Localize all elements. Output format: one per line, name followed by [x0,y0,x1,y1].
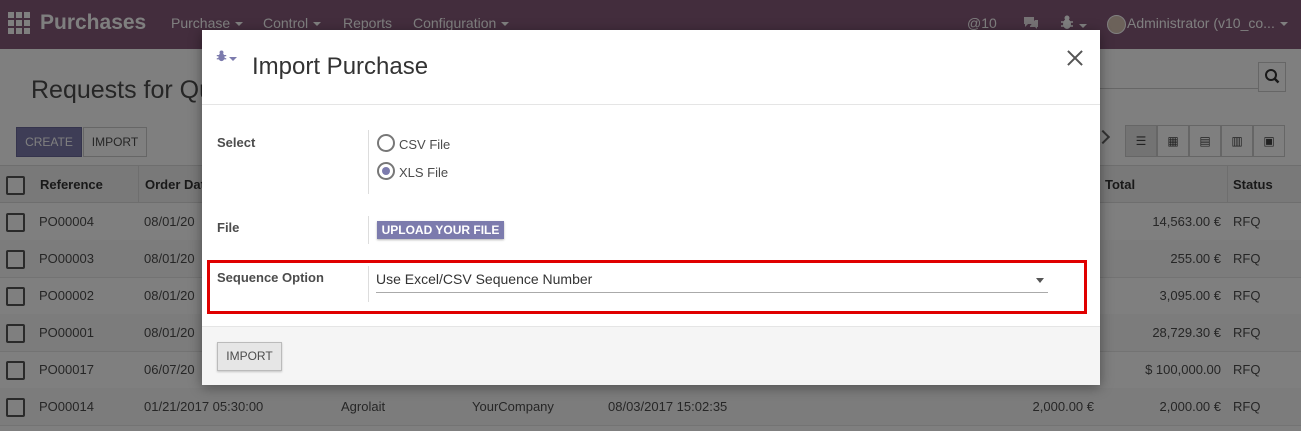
modal-footer: IMPORT [202,326,1100,385]
csv-file-label[interactable]: CSV File [399,137,450,152]
close-icon[interactable] [1064,47,1086,69]
xls-file-label[interactable]: XLS File [399,165,448,180]
xls-file-radio[interactable] [377,162,395,180]
select-label: Select [217,135,256,150]
file-label: File [217,220,240,235]
sequence-option-select[interactable]: Use Excel/CSV Sequence Number [376,268,1048,293]
modal-title: Import Purchase [252,53,429,80]
chevron-down-icon [1036,278,1044,283]
csv-file-radio[interactable] [377,134,395,152]
debug-bug-icon[interactable] [216,50,237,65]
modal-header: Import Purchase [202,30,1100,105]
import-purchase-dialog: Import Purchase Select CSV File XLS File… [202,30,1100,385]
upload-file-button[interactable]: UPLOAD YOUR FILE [377,221,504,239]
sequence-option-label: Sequence Option [217,270,324,285]
sequence-option-value: Use Excel/CSV Sequence Number [376,271,593,287]
import-submit-button[interactable]: IMPORT [217,342,282,371]
